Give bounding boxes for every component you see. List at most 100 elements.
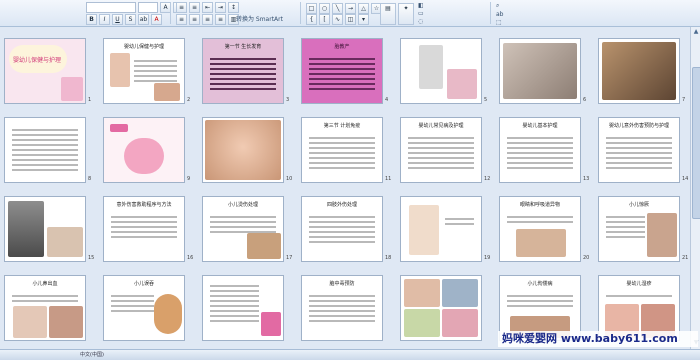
collage-photo-4 <box>442 309 478 337</box>
select-button[interactable]: ⬚ <box>496 19 502 26</box>
slide-thumbnail-22[interactable]: 小儿鼻出血 <box>4 275 86 341</box>
align-right-icon[interactable]: ≡ <box>202 14 213 25</box>
shape-bracket-icon[interactable]: [ <box>319 14 330 25</box>
slide-title: 婴幼儿保健与护理 <box>123 44 164 50</box>
slide-thumbnail-6[interactable] <box>499 38 581 104</box>
slide-thumbnail-26[interactable] <box>400 275 482 341</box>
slide-thumbnail-20[interactable]: 眼睛和呼吸道异物 <box>499 196 581 262</box>
shape-outline-button[interactable]: ▭ <box>418 10 424 17</box>
replace-button[interactable]: ab <box>496 11 504 18</box>
slide-thumbnail-11[interactable]: 第三节 计划免疫 <box>301 117 383 183</box>
shape-brace-icon[interactable]: { <box>306 14 317 25</box>
slide-thumbnail-18[interactable]: 四肢外伤处理 <box>301 196 383 262</box>
burn-photo <box>247 233 281 259</box>
shape-oval-icon[interactable]: ○ <box>319 3 330 14</box>
slide-title: 小儿鼻出血 <box>32 281 58 287</box>
slide-number: 1 <box>88 97 92 103</box>
convert-smartart-button[interactable]: 转换为 SmartArt <box>236 14 283 23</box>
slide-number: 10 <box>286 176 293 182</box>
slide-number: 6 <box>583 97 587 103</box>
slide-number: 11 <box>385 176 392 182</box>
bullets-icon[interactable]: ≡ <box>176 2 187 13</box>
slide-thumbnail-14[interactable]: 婴幼儿意外伤害预防与护理 <box>598 117 680 183</box>
hand-diagram-image <box>409 205 439 255</box>
slide-thumbnail-9[interactable] <box>103 117 185 183</box>
slide-thumbnail-8[interactable] <box>4 117 86 183</box>
slide-thumbnail-16[interactable]: 意外伤害救助程序与方法 <box>103 196 185 262</box>
slide-number: 15 <box>88 255 95 261</box>
font-name-select[interactable] <box>86 2 136 13</box>
line-spacing-icon[interactable]: ↕ <box>228 2 239 13</box>
height-scale-photo <box>419 45 443 89</box>
find-button[interactable]: ⌕ <box>496 2 499 10</box>
shadow-button[interactable]: S <box>125 14 136 25</box>
slide-thumbnail-7[interactable] <box>598 38 680 104</box>
shape-rectangle-icon[interactable]: □ <box>306 3 317 14</box>
eye-photo <box>516 229 566 257</box>
slide-number: 8 <box>88 176 92 182</box>
shapes-group-2: { [ ∿ ◫ ▾ <box>306 14 369 25</box>
font-size-select[interactable] <box>138 2 158 13</box>
slide-thumbnail-3[interactable]: 第一节 生长发育 <box>202 38 284 104</box>
slide-thumbnail-12[interactable]: 婴幼儿常见病及护理 <box>400 117 482 183</box>
shape-more-icon[interactable]: ▾ <box>358 14 369 25</box>
slide-thumbnail-5[interactable] <box>400 38 482 104</box>
slide-title: 小儿误吞 <box>133 281 154 287</box>
editing-group: ⌕ ab ⬚ <box>496 2 504 26</box>
child-photo <box>647 213 677 257</box>
scroll-up-icon[interactable]: ▲ <box>692 28 700 36</box>
bold-button[interactable]: B <box>86 14 97 25</box>
shape-arrow-icon[interactable]: → <box>345 3 356 14</box>
slide-thumbnail-17[interactable]: 小儿烫伤处理 <box>202 196 284 262</box>
strikethrough-button[interactable]: ab <box>138 14 149 25</box>
quick-styles-icon[interactable]: ✦ <box>398 3 414 25</box>
scroll-thumb[interactable] <box>692 67 700 219</box>
slide-thumbnail-24[interactable] <box>202 275 284 341</box>
increase-indent-icon[interactable]: ⇥ <box>215 2 226 13</box>
numbering-icon[interactable]: ≡ <box>189 2 200 13</box>
shape-callout-icon[interactable]: ◫ <box>345 14 356 25</box>
slide-number: 12 <box>484 176 491 182</box>
slide-number: 21 <box>682 255 689 261</box>
slide-number: 14 <box>682 176 689 182</box>
slide-thumbnail-21[interactable]: 小儿惊厥 <box>598 196 680 262</box>
decrease-indent-icon[interactable]: ⇤ <box>202 2 213 13</box>
vertical-scrollbar[interactable]: ▲ ▼ <box>690 27 700 349</box>
slide-title: 意外伤害救助程序与方法 <box>116 202 172 208</box>
align-center-icon[interactable]: ≡ <box>189 14 200 25</box>
font-color-icon[interactable]: A <box>151 14 162 25</box>
underline-button[interactable]: U <box>112 14 123 25</box>
collage-photo-1 <box>404 279 440 307</box>
shape-fill-button[interactable]: ◧ <box>418 2 424 9</box>
shape-curve-icon[interactable]: ∿ <box>332 14 343 25</box>
shape-triangle-icon[interactable]: △ <box>358 3 369 14</box>
slide-thumbnail-15[interactable] <box>4 196 86 262</box>
find-icon: ⌕ <box>496 2 500 9</box>
shape-line-icon[interactable]: ╲ <box>332 3 343 14</box>
italic-button[interactable]: I <box>99 14 110 25</box>
ribbon-divider <box>300 2 301 24</box>
slide-thumbnail-2[interactable]: 婴幼儿保健与护理 <box>103 38 185 104</box>
title-tag-shape <box>110 124 128 132</box>
slide-thumbnail-19[interactable] <box>400 196 482 262</box>
slide-thumbnail-1[interactable]: 婴幼儿保健与护理 <box>4 38 86 104</box>
status-bar: 中文(中国) <box>0 349 700 360</box>
align-left-icon[interactable]: ≡ <box>176 14 187 25</box>
slide-title: 婴幼儿保健与护理 <box>12 57 61 64</box>
slide-thumbnail-4[interactable]: 胎教产 <box>301 38 383 104</box>
slide-thumbnail-25[interactable]: 脑中毒预防 <box>301 275 383 341</box>
shape-effects-button[interactable]: ◌ <box>418 18 423 25</box>
slide-title: 婴幼儿基本护理 <box>522 123 558 129</box>
slide-title: 婴幼儿意外伤害预防与护理 <box>608 123 669 129</box>
slide-thumbnail-10[interactable] <box>202 117 284 183</box>
slide-number: 5 <box>484 97 488 103</box>
justify-icon[interactable]: ≡ <box>215 14 226 25</box>
nosebleed-photo-2 <box>49 306 83 338</box>
arrange-icon[interactable]: ▤ <box>380 3 396 25</box>
baby-scale-photo <box>447 69 477 99</box>
ribbon: A a B I U S ab A ≡ ≡ ⇤ ⇥ ↕ ≡ ≡ ≡ ≡ ▥ 转换为… <box>0 0 700 27</box>
slide-title: 第三节 计划免疫 <box>323 123 361 129</box>
slide-thumbnail-13[interactable]: 婴幼儿基本护理 <box>499 117 581 183</box>
baby-measure-photo <box>503 43 577 99</box>
slide-thumbnail-23[interactable]: 小儿误吞 <box>103 275 185 341</box>
